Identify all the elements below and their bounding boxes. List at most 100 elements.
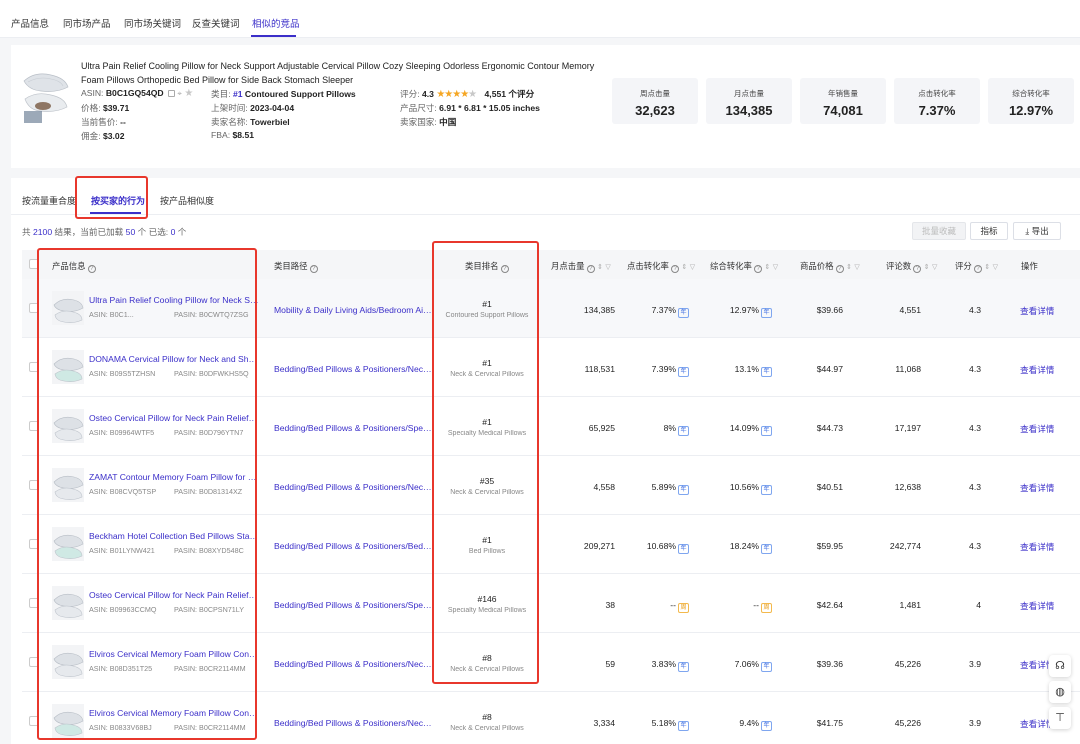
share-icon[interactable]: ⌖ — [177, 89, 182, 98]
rate-tag-icon[interactable]: 年 — [761, 308, 772, 318]
category-path-link[interactable]: Bedding/Bed Pillows & Positioners/Neck P… — [274, 482, 434, 492]
overall-conversion-value: 12.97% 年 — [690, 305, 772, 318]
filter-icon: ▽ — [854, 264, 860, 271]
monthly-clicks-value: 4,558 — [593, 482, 615, 492]
rate-tag-icon[interactable]: 年 — [678, 662, 689, 672]
rate-tag-icon[interactable]: 年 — [761, 662, 772, 672]
rating-value: 4 — [976, 600, 981, 610]
filter-icon: ▽ — [931, 264, 938, 271]
customer-service-button[interactable]: ☊ — [1049, 655, 1071, 677]
rate-tag-icon[interactable]: 年 — [678, 367, 689, 377]
rate-tag-icon[interactable]: 年 — [678, 426, 689, 436]
stat-click-conversion: 点击转化率 7.37% — [894, 78, 980, 124]
sort-icon: ⇕ — [597, 264, 604, 271]
col-reviews[interactable]: 评论数 ? ⇕ ▽ — [886, 260, 937, 273]
question-icon: ? — [754, 265, 763, 273]
price-value: $39.66 — [816, 305, 843, 315]
sort-icon: ⇕ — [846, 264, 853, 271]
view-details-link[interactable]: 查看详情 — [1020, 541, 1054, 553]
tab-product-info[interactable]: 产品信息 — [11, 16, 49, 30]
overall-conversion-value: 9.4% 年 — [690, 718, 772, 731]
click-conversion-value: 5.89% 年 — [607, 482, 689, 495]
highlight-buyer-behavior-tab — [75, 176, 148, 219]
rate-tag-icon[interactable]: 年 — [761, 721, 772, 731]
view-details-link[interactable]: 查看详情 — [1020, 423, 1054, 435]
view-details-link[interactable]: 查看详情 — [1020, 482, 1054, 494]
copy-icon[interactable] — [168, 90, 176, 97]
view-details-link[interactable]: 查看详情 — [1020, 600, 1054, 612]
tab-same-market-products[interactable]: 同市场产品 — [63, 16, 111, 30]
col-monthly-clicks[interactable]: 月点击量 ? ⇕ ▽ — [551, 260, 611, 273]
category-path-link[interactable]: Mobility & Daily Living Aids/Bedroom Aid… — [274, 305, 434, 315]
export-button[interactable]: ⤓ 导出 — [1013, 222, 1061, 240]
size-field: 产品尺寸: 6.91 * 6.81 * 15.05 inches — [400, 103, 540, 113]
view-details-link[interactable]: 查看详情 — [1020, 305, 1054, 317]
reviews-value: 11,068 — [895, 364, 921, 374]
rate-tag-icon[interactable]: 年 — [761, 367, 772, 377]
col-click-conversion[interactable]: 点击转化率 ? ⇕ ▽ — [627, 260, 695, 273]
seller-country-field: 卖家国家: 中国 — [400, 117, 457, 127]
rate-tag-icon[interactable]: 年 — [761, 544, 772, 554]
metrics-button[interactable]: 指标 — [970, 222, 1008, 240]
question-icon: ? — [913, 265, 922, 273]
rate-tag-icon[interactable]: 年 — [678, 544, 689, 554]
col-action: 操作 — [1021, 261, 1038, 271]
reviews-value: 17,197 — [894, 423, 921, 433]
overall-conversion-value: -- 周 — [690, 600, 772, 613]
rate-tag-icon[interactable]: 周 — [761, 603, 772, 613]
reviews-value: 45,226 — [894, 718, 921, 728]
overall-conversion-value: 13.1% 年 — [690, 364, 772, 377]
commission-field: 佣金: $3.02 — [81, 131, 125, 141]
monthly-clicks-value: 118,531 — [584, 364, 615, 374]
category-field: 类目: #1 Contoured Support Pillows — [211, 89, 356, 99]
subtab-traffic-overlap[interactable]: 按流量重合度 — [22, 194, 76, 207]
rate-tag-icon[interactable]: 周 — [678, 603, 689, 613]
category-path-link[interactable]: Bedding/Bed Pillows & Positioners/Neck P… — [274, 364, 434, 374]
rate-tag-icon[interactable]: 年 — [678, 721, 689, 731]
listed-date-field: 上架时间: 2023-04-04 — [211, 103, 295, 113]
rate-tag-icon[interactable]: 年 — [678, 485, 689, 495]
back-to-top-button[interactable]: ⊤ — [1049, 707, 1071, 729]
reviews-value: 45,226 — [894, 659, 921, 669]
rate-tag-icon[interactable]: 年 — [678, 308, 689, 318]
result-summary: 共 2100 结果，当前已加载 50 个 已选: 0 个 — [22, 227, 187, 237]
product-title[interactable]: Ultra Pain Relief Cooling Pillow for Nec… — [81, 60, 611, 87]
sort-icon: ⇕ — [764, 264, 771, 271]
sort-icon: ⇕ — [923, 264, 930, 271]
asin-field: ASIN: B0C1GQ54QD ⌖ ★ — [81, 88, 193, 99]
subtab-product-similarity[interactable]: 按产品相似度 — [160, 194, 214, 207]
active-tab-underline — [251, 35, 296, 37]
view-details-link[interactable]: 查看详情 — [1020, 364, 1054, 376]
reviews-value: 4,551 — [899, 305, 921, 315]
tab-same-market-keywords[interactable]: 同市场关键词 — [124, 16, 181, 30]
category-path-link[interactable]: Bedding/Bed Pillows & Positioners/Specia… — [274, 423, 434, 433]
col-overall-conversion[interactable]: 综合转化率 ? ⇕ ▽ — [710, 260, 778, 273]
stat-yearly-sales: 年销售量 74,081 — [800, 78, 886, 124]
click-conversion-value: 7.37% 年 — [607, 305, 689, 318]
favorite-star-icon[interactable]: ★ — [184, 88, 193, 99]
price-value: $59.95 — [816, 541, 843, 551]
price-value: $42.64 — [816, 600, 843, 610]
overall-conversion-value: 10.56% 年 — [690, 482, 772, 495]
tab-similar-competitors[interactable]: 相似的竞品 — [252, 16, 300, 30]
col-price[interactable]: 商品价格 ? ⇕ ▽ — [800, 260, 860, 273]
back-to-top-icon: ⊤ — [1055, 712, 1065, 724]
category-path-link[interactable]: Bedding/Bed Pillows & Positioners/Specia… — [274, 600, 434, 610]
question-icon: ? — [586, 265, 595, 273]
rate-tag-icon[interactable]: 年 — [761, 426, 772, 436]
category-rank: #8 — [482, 712, 492, 722]
filter-icon: ▽ — [772, 264, 779, 271]
sort-icon: ⇕ — [984, 264, 991, 271]
category-path-link[interactable]: Bedding/Bed Pillows & Positioners/Bed Pi… — [274, 541, 434, 551]
tab-reverse-keywords[interactable]: 反查关键词 — [192, 16, 240, 30]
language-button[interactable]: ◍ — [1049, 681, 1071, 703]
category-path-link[interactable]: Bedding/Bed Pillows & Positioners/Neck P… — [274, 659, 434, 669]
pillow-thumbnail — [21, 67, 71, 125]
bulk-favorite-button[interactable]: 批量收藏 — [912, 222, 966, 240]
filter-icon: ▽ — [605, 264, 611, 271]
category-path-link[interactable]: Bedding/Bed Pillows & Positioners/Neck P… — [274, 718, 434, 728]
col-rating[interactable]: 评分 ? ⇕ ▽ — [955, 260, 998, 273]
col-category-path: 类目路径 ? — [274, 260, 318, 273]
overall-conversion-value: 18.24% 年 — [690, 541, 772, 554]
rate-tag-icon[interactable]: 年 — [761, 485, 772, 495]
